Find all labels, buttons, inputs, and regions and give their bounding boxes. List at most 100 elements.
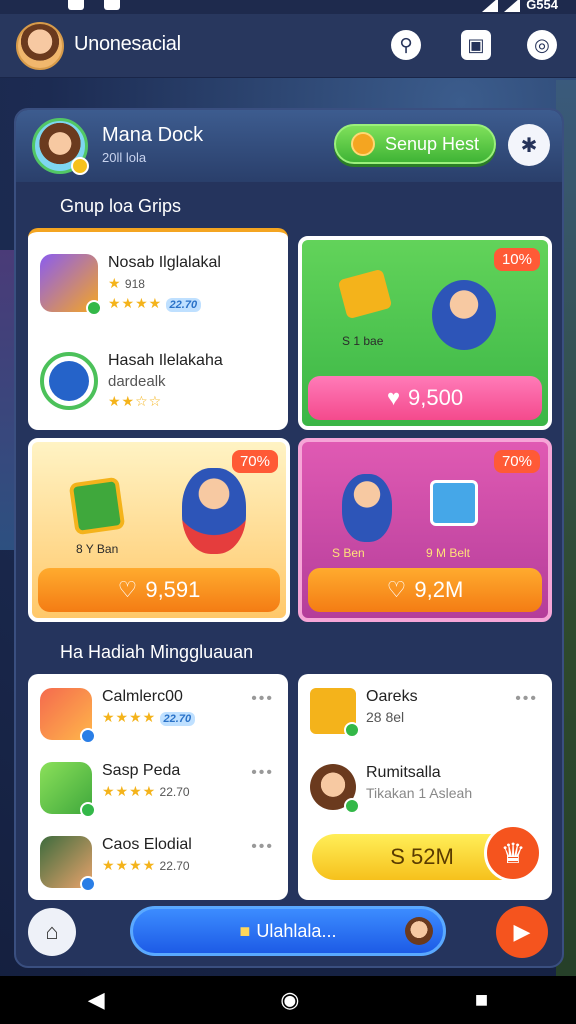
app-title: Unonesacial <box>74 33 181 55</box>
list-item[interactable]: Nosab Ilglalakal ★ 918 ★★★★ 22.70 <box>40 254 221 316</box>
discount-badge: 70% <box>231 450 278 473</box>
home-icon[interactable]: ⌂ <box>28 908 76 956</box>
friend-avatar <box>405 917 433 945</box>
gem-icon: ♥ <box>386 385 400 410</box>
item-thumbnail <box>40 762 96 818</box>
item-meta: dardealk <box>108 373 166 390</box>
buy-button[interactable]: ♡ 9,2M <box>308 568 542 612</box>
battery-saver-icon <box>104 0 120 10</box>
discount-badge: 10% <box>493 248 540 271</box>
item-thumbnail <box>40 836 96 892</box>
item-name: Calmlerc00 <box>102 688 183 705</box>
notification-icon <box>68 0 84 10</box>
setup-button-label: Senup Hest <box>384 133 480 154</box>
item-thumbnail <box>310 764 360 814</box>
more-options-icon[interactable]: ••• <box>251 838 274 856</box>
more-options-icon[interactable]: ••• <box>251 764 274 782</box>
verified-icon <box>80 728 96 744</box>
more-options-icon[interactable]: ••• <box>515 690 538 708</box>
item-name: Oareks <box>366 688 418 705</box>
rating-stars: ★★★★ <box>102 783 157 799</box>
main-panel: Mana Dock 20ll lola Senup Hest ✱ Gnup lo… <box>14 108 564 968</box>
treasure-box-icon <box>430 480 478 526</box>
buy-button[interactable]: ♥ 9,500 <box>308 376 542 420</box>
promo-card-2[interactable]: 70% 8 Y Ban ♡ 9,591 <box>28 438 290 622</box>
item-thumbnail <box>40 352 98 410</box>
home-nav-icon[interactable]: ◉ <box>280 987 299 1013</box>
promo-card-1[interactable]: 10% S 1 bae ♥ 9,500 <box>298 236 552 430</box>
item-score: 22.70 <box>165 298 202 312</box>
coin-icon: ■ <box>239 920 251 941</box>
gift-icon[interactable]: ♛ <box>484 824 542 882</box>
main-action-button[interactable]: ■ Ulahlala... <box>130 906 446 956</box>
item-meta: 28 8el <box>366 709 405 725</box>
price-label: 9,2M <box>414 577 464 602</box>
list-item[interactable]: Oareks 28 8el <box>310 688 418 738</box>
status-time: G554 <box>526 0 558 12</box>
rating-stars: ★★☆☆ <box>108 393 163 409</box>
settings-icon[interactable]: ◎ <box>527 30 557 60</box>
verified-icon <box>80 802 96 818</box>
gem-icon: ♡ <box>386 577 407 602</box>
rating-stars: ★★★★ <box>102 709 157 725</box>
character-illustration <box>182 468 246 554</box>
section-title-weekly-gifts: Ha Hadiah Minggluauan <box>60 642 254 662</box>
wifi-icon <box>482 0 499 12</box>
rating-stars: ★★★★ <box>102 857 157 873</box>
system-nav-bar: ◀ ◉ ■ <box>0 976 576 1024</box>
promo-card-3[interactable]: 70% S Ben 9 M Belt ♡ 9,2M <box>298 438 552 622</box>
item-name: Sasp Peda <box>102 762 181 779</box>
shield-icon <box>350 132 375 156</box>
user-profile-bar: Mana Dock 20ll lola Senup Hest ✱ <box>16 110 562 182</box>
inbox-icon[interactable]: ▣ <box>461 30 491 60</box>
character-illustration <box>342 474 392 542</box>
main-action-label: Ulahlala... <box>256 920 337 941</box>
user-name: Mana Dock <box>102 124 204 146</box>
back-icon[interactable]: ◀ <box>88 987 105 1013</box>
item-thumbnail <box>40 688 96 744</box>
promo-caption-right: 9 M Belt <box>426 546 471 560</box>
item-score: 22.70 <box>159 785 190 799</box>
trophy-icon <box>337 268 393 320</box>
user-avatar[interactable] <box>32 118 89 175</box>
gem-icon: ♡ <box>117 577 138 602</box>
rating-stars: ★★★★ <box>108 295 163 311</box>
verified-icon <box>80 876 96 892</box>
profile-avatar[interactable] <box>16 22 64 70</box>
user-subtitle: 20ll lola <box>102 150 147 165</box>
item-meta: Tikakan 1 Asleah <box>366 785 473 801</box>
item-score: 22.70 <box>159 712 196 726</box>
section-title-groups: Gnup loa Grips <box>60 196 182 216</box>
promo-caption: 8 Y Ban <box>76 542 119 556</box>
list-item[interactable]: Sasp Peda ★★★★ 22.70 <box>40 762 190 818</box>
list-item[interactable]: Rumitsalla Tikakan 1 Asleah <box>310 764 473 814</box>
character-illustration <box>432 280 496 350</box>
more-options-icon[interactable]: ••• <box>251 690 274 708</box>
buy-button[interactable]: ♡ 9,591 <box>38 568 280 612</box>
item-meta: 918 <box>124 277 145 291</box>
item-thumbnail <box>40 254 102 316</box>
signal-icon <box>504 0 521 12</box>
gift-box-icon <box>68 476 126 536</box>
list-item[interactable]: Caos Elodial ★★★★ 22.70 <box>40 836 192 892</box>
list-item[interactable]: Calmlerc00 ★★★★ 22.70 <box>40 688 196 744</box>
item-name: Nosab Ilglalakal <box>108 254 221 271</box>
star-icon: ★ <box>108 275 122 291</box>
puzzle-icon[interactable]: ✱ <box>508 124 550 166</box>
level-badge-icon <box>71 157 89 175</box>
discount-badge: 70% <box>493 450 540 473</box>
recents-icon[interactable]: ■ <box>475 987 488 1013</box>
item-name: Caos Elodial <box>102 836 192 853</box>
play-icon[interactable]: ▶ <box>496 906 548 958</box>
promo-caption-left: S Ben <box>332 546 365 560</box>
status-bar: G554 <box>0 0 576 14</box>
setup-button[interactable]: Senup Hest <box>334 124 496 164</box>
promo-caption: S 1 bae <box>342 334 384 348</box>
item-score: 22.70 <box>159 859 190 873</box>
item-name: Hasah Ilelakaha <box>108 352 223 369</box>
app-logo-icon <box>49 361 89 401</box>
search-icon[interactable]: ⚲ <box>391 30 421 60</box>
list-item[interactable]: Hasah Ilelakaha dardealk ★★☆☆ <box>40 352 223 410</box>
price-label: 9,591 <box>145 577 201 602</box>
group-list-card: Nosab Ilglalakal ★ 918 ★★★★ 22.70 Hasah … <box>28 228 288 430</box>
